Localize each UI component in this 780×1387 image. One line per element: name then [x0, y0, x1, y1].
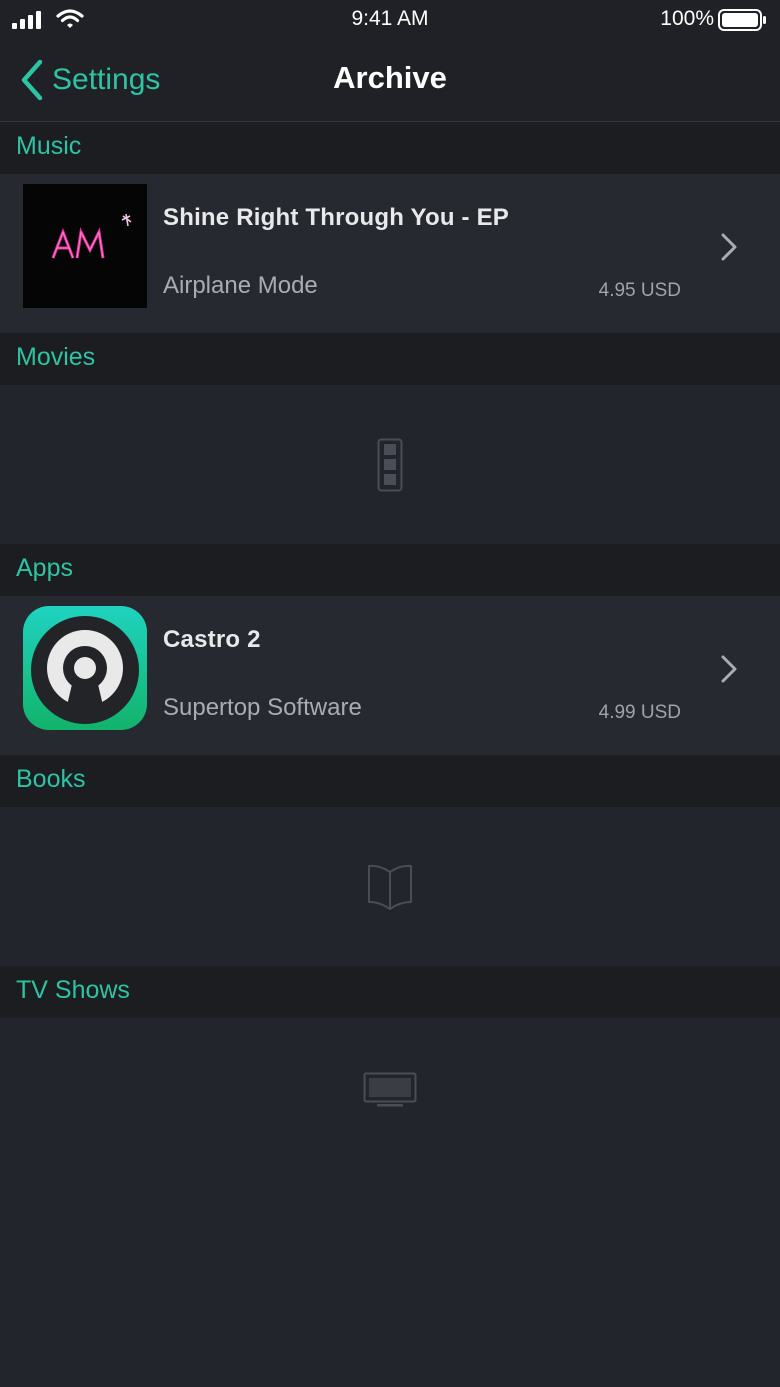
airplane-mode-logo-icon — [23, 184, 147, 308]
empty-section-books — [0, 807, 780, 966]
section-header-label: Music — [16, 132, 82, 160]
item-price: 4.99 USD — [598, 702, 681, 723]
tv-icon — [363, 1072, 417, 1107]
section-header-label: Apps — [16, 554, 73, 582]
section-header-apps: Apps — [0, 544, 780, 596]
chevron-right-icon — [721, 655, 737, 683]
archive-screen: 9:41 AM 100% Settings Archive Music Shin… — [0, 0, 780, 1387]
open-book-icon — [368, 864, 412, 910]
navigation-bar: Settings Archive — [0, 40, 780, 122]
battery-percent: 100% — [660, 7, 714, 30]
section-header-label: TV Shows — [16, 976, 130, 1004]
section-header-books: Books — [0, 755, 780, 807]
section-header-label: Books — [16, 765, 86, 793]
item-title: Shine Right Through You - EP — [163, 204, 510, 231]
list-item-app[interactable]: Castro 2 Supertop Software 4.99 USD — [0, 596, 780, 755]
album-artwork — [23, 184, 147, 308]
item-subtitle: Supertop Software — [163, 694, 362, 721]
section-header-tv-shows: TV Shows — [0, 966, 780, 1018]
page-title: Archive — [333, 60, 447, 95]
list-item-music[interactable]: Shine Right Through You - EP Airplane Mo… — [0, 174, 780, 333]
empty-section-tv-shows — [0, 1018, 780, 1387]
film-strip-icon — [377, 438, 403, 491]
battery-icon — [718, 9, 766, 31]
archive-list: Music Shine Right Through You - EP Airpl… — [0, 122, 780, 1387]
section-header-label: Movies — [16, 343, 96, 371]
app-icon — [23, 606, 147, 730]
item-price: 4.95 USD — [598, 280, 681, 301]
section-header-music: Music — [0, 122, 780, 174]
item-subtitle: Airplane Mode — [163, 272, 318, 299]
status-bar: 9:41 AM 100% — [0, 0, 780, 40]
castro-app-icon — [23, 606, 147, 730]
item-title: Castro 2 — [163, 626, 261, 653]
section-header-movies: Movies — [0, 333, 780, 385]
empty-section-movies — [0, 385, 780, 544]
chevron-right-icon — [721, 233, 737, 261]
